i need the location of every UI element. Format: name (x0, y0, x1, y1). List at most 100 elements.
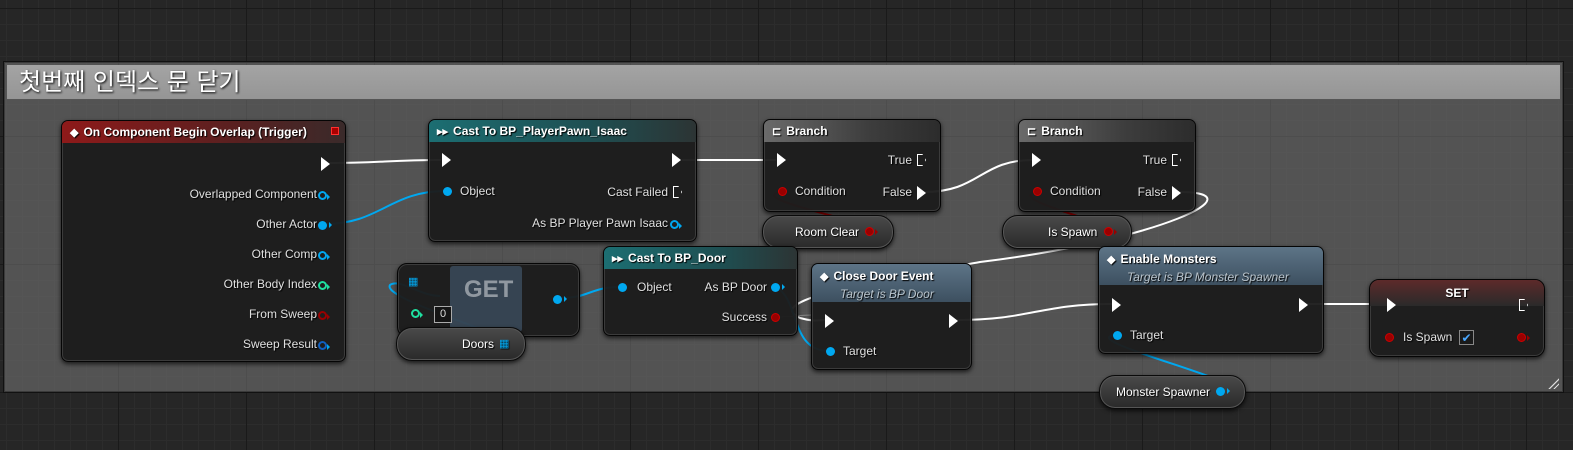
target-input-pin[interactable] (1113, 331, 1122, 340)
exec-out-pin[interactable] (1299, 298, 1308, 312)
set-node-title: SET (1445, 286, 1469, 300)
is-spawn-output-pin[interactable] (1517, 333, 1530, 342)
monster-spawner-output-pin[interactable] (1216, 387, 1230, 396)
pin-label-condition: Condition (795, 184, 846, 198)
pin-label-from-sweep: From Sweep (248, 307, 317, 321)
exec-out-pin[interactable] (321, 157, 330, 171)
condition-input-pin[interactable] (1033, 187, 1042, 196)
set-node-header[interactable]: SET (1370, 280, 1544, 306)
true-exec-pin[interactable] (1172, 154, 1181, 166)
pin-label-condition: Condition (1050, 184, 1101, 198)
sweep-result-pin[interactable] (318, 341, 330, 350)
false-exec-pin[interactable] (917, 186, 926, 200)
cast-arrow-icon: ▸▸ (612, 253, 624, 265)
function-diamond-icon: ◆ (820, 271, 829, 283)
target-input-pin[interactable] (826, 347, 835, 356)
array-grid-icon[interactable]: ▦ (408, 275, 418, 288)
from-sweep-pin[interactable] (318, 311, 330, 320)
branch-node-1[interactable]: ⊏ Branch True Condition False (763, 119, 941, 212)
true-exec-pin[interactable] (917, 154, 926, 166)
pin-label-false: False (1137, 185, 1167, 199)
condition-input-pin[interactable] (778, 187, 787, 196)
object-input-pin[interactable] (618, 283, 627, 292)
success-output-pin[interactable] (771, 313, 780, 322)
function-node-enable-monsters[interactable]: ◆ Enable Monsters Target is BP Monster Sp… (1098, 246, 1324, 354)
event-node-title: On Component Begin Overlap (Trigger) (83, 125, 307, 139)
room-clear-output-pin[interactable] (865, 227, 878, 236)
variable-room-clear[interactable]: Room Clear (762, 215, 894, 249)
branch-node-title: Branch (1041, 124, 1083, 138)
as-player-pawn-pin[interactable] (670, 220, 682, 229)
cast-node-title: Cast To BP_Door (628, 251, 726, 265)
other-actor-pin[interactable] (318, 221, 332, 230)
exec-in-pin[interactable] (825, 314, 834, 328)
is-spawn-checkbox[interactable]: ✔ (1459, 330, 1474, 345)
function-node-subtitle: Target is BP Door (840, 287, 934, 301)
cast-node-header[interactable]: ▸▸ Cast To BP_PlayerPawn_Isaac (429, 120, 696, 142)
exec-wire-event-to-cast (329, 159, 442, 164)
array-get-node[interactable]: GET ▦ 0 (397, 263, 580, 337)
variable-label: Monster Spawner (1116, 385, 1211, 399)
delegate-pin-icon[interactable] (331, 127, 339, 135)
branch-icon: ⊏ (772, 126, 782, 138)
other-body-index-pin[interactable] (318, 281, 330, 290)
set-node-is-spawn[interactable]: SET Is Spawn ✔ (1369, 279, 1545, 357)
variable-monster-spawner[interactable]: Monster Spawner (1099, 375, 1246, 409)
cast-node-door[interactable]: ▸▸ Cast To BP_Door Object As BP Door Succ… (603, 246, 798, 336)
variable-is-spawn[interactable]: Is Spawn (1002, 215, 1132, 249)
pin-label-false: False (882, 185, 912, 199)
branch-node-header[interactable]: ⊏ Branch (764, 120, 940, 142)
branch-icon: ⊏ (1027, 126, 1037, 138)
cast-node-player-pawn[interactable]: ▸▸ Cast To BP_PlayerPawn_Isaac Object Cas… (428, 119, 697, 242)
pin-label-sweep-result: Sweep Result (242, 337, 317, 351)
exec-out-pin[interactable] (672, 153, 681, 167)
exec-in-pin[interactable] (442, 153, 451, 167)
function-node-title: Enable Monsters (1120, 252, 1217, 266)
branch-node-2[interactable]: ⊏ Branch True Condition False (1018, 119, 1196, 212)
pin-label-object: Object (637, 280, 672, 294)
pin-label-other-comp: Other Comp (251, 247, 317, 261)
get-output-pin[interactable] (553, 295, 567, 304)
variable-label: Is Spawn (1048, 225, 1098, 239)
variable-doors[interactable]: Doors ▦ (396, 327, 526, 361)
index-input-pin[interactable] (411, 309, 423, 318)
is-spawn-input-pin[interactable] (1385, 333, 1394, 342)
function-diamond-icon: ◆ (1107, 254, 1116, 266)
variable-label: Room Clear (795, 225, 860, 239)
exec-in-pin[interactable] (777, 153, 786, 167)
pin-label-true: True (887, 153, 912, 167)
branch-node-header[interactable]: ⊏ Branch (1019, 120, 1195, 142)
cast-failed-exec-pin[interactable] (673, 186, 682, 198)
is-spawn-output-pin[interactable] (1104, 227, 1117, 236)
pin-label-as-player-pawn: As BP Player Pawn Isaac (532, 216, 668, 230)
get-node-label: GET (464, 276, 514, 303)
cast-arrow-icon: ▸▸ (437, 126, 449, 138)
event-node-begin-overlap[interactable]: ◆ On Component Begin Overlap (Trigger) Ov… (61, 120, 346, 362)
false-exec-pin[interactable] (1172, 186, 1181, 200)
pin-label-target: Target (843, 344, 877, 358)
pin-label-other-actor: Other Actor (256, 217, 317, 231)
cast-node-header[interactable]: ▸▸ Cast To BP_Door (604, 247, 797, 269)
exec-in-pin[interactable] (1032, 153, 1041, 167)
event-node-header[interactable]: ◆ On Component Begin Overlap (Trigger) (62, 121, 345, 143)
cast-node-title: Cast To BP_PlayerPawn_Isaac (453, 124, 627, 138)
exec-in-pin[interactable] (1112, 298, 1121, 312)
other-comp-pin[interactable] (318, 251, 330, 260)
exec-out-pin[interactable] (949, 314, 958, 328)
pin-label-target: Target (1130, 328, 1164, 342)
pin-label-true: True (1142, 153, 1167, 167)
function-node-close-door[interactable]: ◆ Close Door Event Target is BP Door Targ… (811, 263, 972, 370)
object-input-pin[interactable] (443, 187, 452, 196)
function-node-subtitle: Target is BP Monster Spawner (1127, 270, 1289, 284)
function-node-title: Close Door Event (833, 269, 934, 283)
overlapped-component-pin[interactable] (318, 191, 330, 200)
index-value-field[interactable]: 0 (434, 306, 452, 323)
pin-label-is-spawn: Is Spawn (1403, 330, 1453, 344)
variable-label: Doors (462, 337, 495, 351)
pin-label-other-body-index: Other Body Index (223, 277, 317, 291)
function-node-header[interactable]: ◆ Enable Monsters Target is BP Monster Sp… (1099, 247, 1323, 285)
function-node-header[interactable]: ◆ Close Door Event Target is BP Door (812, 264, 971, 302)
as-door-output-pin[interactable] (771, 283, 785, 292)
exec-in-pin[interactable] (1387, 298, 1396, 312)
array-grid-icon[interactable]: ▦ (499, 328, 509, 360)
